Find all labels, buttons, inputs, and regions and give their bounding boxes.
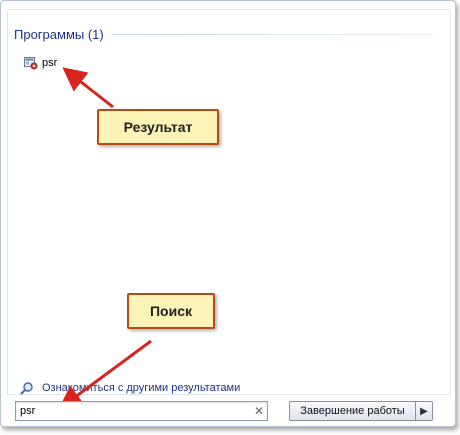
search-results-panel: Программы (1) psr Ознакомиться с другими… — [7, 9, 451, 395]
group-divider — [111, 33, 434, 35]
shutdown-button[interactable]: Завершение работы — [289, 401, 415, 421]
result-item-label: psr — [42, 57, 58, 69]
search-icon — [20, 382, 33, 395]
start-menu-window: Программы (1) psr Ознакомиться с другими… — [0, 0, 456, 427]
triangle-right-icon[interactable]: ▶ — [415, 401, 433, 421]
programs-group-header: Программы (1) — [14, 24, 434, 44]
result-item-psr[interactable]: psr — [24, 54, 57, 72]
psr-app-icon — [24, 57, 38, 70]
group-title: Программы (1) — [14, 26, 104, 42]
more-results-link[interactable]: Ознакомиться с другими результатами — [20, 379, 240, 397]
search-value: psr — [20, 405, 36, 417]
result-callout: Результат — [97, 109, 219, 145]
more-results-label: Ознакомиться с другими результатами — [42, 382, 241, 394]
search-input[interactable]: psr ✕ — [15, 401, 268, 421]
close-icon[interactable]: ✕ — [251, 404, 267, 418]
search-callout: Поиск — [127, 293, 215, 329]
shutdown-split-button: Завершение работы ▶ — [289, 401, 433, 421]
